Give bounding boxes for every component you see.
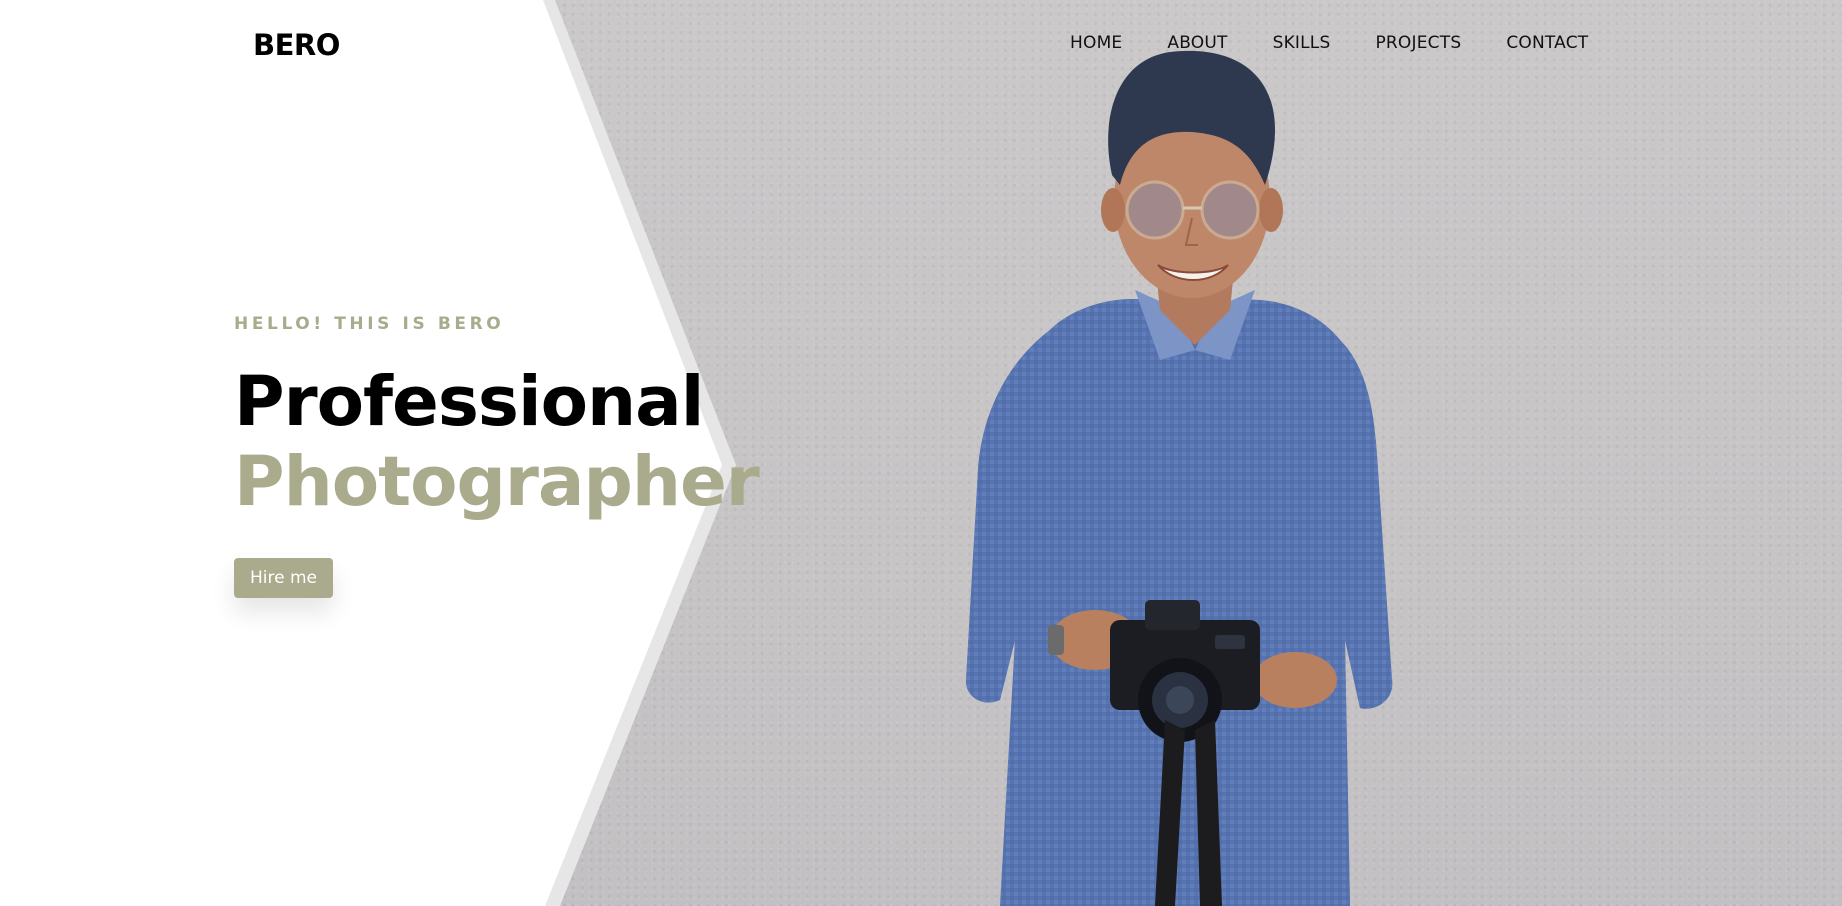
hero-page: BERO HOME ABOUT SKILLS PROJECTS CONTACT … <box>0 0 1842 906</box>
hero-eyebrow: HELLO! THIS IS BERO <box>234 314 505 334</box>
photographer-portrait <box>965 50 1393 906</box>
glasses-right <box>1200 180 1260 240</box>
watch <box>1048 625 1064 655</box>
nav-item-contact[interactable]: CONTACT <box>1506 33 1588 53</box>
main-nav: HOME ABOUT SKILLS PROJECTS CONTACT <box>1070 33 1588 53</box>
nav-item-home[interactable]: HOME <box>1070 33 1122 53</box>
nav-item-skills[interactable]: SKILLS <box>1273 33 1331 53</box>
nav-item-about[interactable]: ABOUT <box>1167 33 1227 53</box>
brand-logo[interactable]: BERO <box>253 28 340 62</box>
hero-title-line2: Photographer <box>234 442 760 522</box>
glasses-left <box>1125 180 1185 240</box>
right-hand <box>1253 652 1337 708</box>
nav-item-projects[interactable]: PROJECTS <box>1375 33 1461 53</box>
hire-me-button[interactable]: Hire me <box>234 558 334 598</box>
hero-title-line1: Professional <box>234 362 704 442</box>
hero-content: HELLO! THIS IS BERO Professional Photogr… <box>234 314 760 598</box>
